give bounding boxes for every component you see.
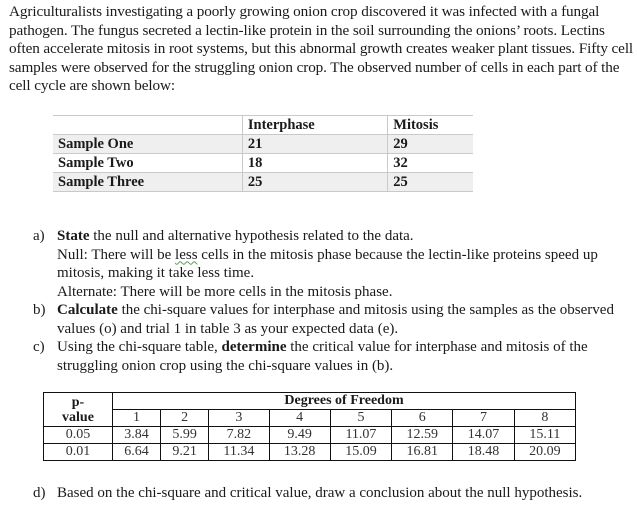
degrees-of-freedom-header: Degrees of Freedom: [112, 392, 576, 410]
critical-value-cell: 3.84: [111, 426, 162, 444]
critical-value-cell: 7.82: [208, 426, 270, 444]
degree-cell: 5: [329, 409, 393, 427]
question-keyword: State: [57, 228, 90, 244]
degrees-row: 1 2 3 4 5 6 7 8: [44, 409, 577, 427]
observation-header-blank: [53, 115, 243, 135]
question-letter: d): [33, 485, 46, 501]
chi-header-row: p- value Degrees of Freedom: [43, 392, 576, 427]
question-keyword: determine: [221, 339, 287, 355]
mitosis-value: 29: [387, 134, 473, 154]
interphase-value: 18: [241, 153, 388, 173]
table-row: Sample Two 18 32: [53, 153, 473, 173]
row-label: Sample Two: [53, 153, 243, 173]
observation-header-interphase: Interphase: [241, 115, 388, 135]
critical-value-cell: 6.64: [111, 443, 162, 461]
degree-cell: 2: [160, 409, 210, 427]
question-body: Calculate the chi-square values for inte…: [57, 301, 623, 338]
table-row: 0.05 3.84 5.99 7.82 9.49 11.07 12.59 14.…: [43, 426, 577, 444]
interphase-value: 25: [241, 172, 388, 192]
pvalue-cell: 0.05: [43, 426, 113, 444]
question-c: c) Using the chi-square table, determine…: [33, 338, 623, 375]
question-prefix: Using the chi-square table,: [57, 339, 222, 355]
critical-value-cell: 11.34: [208, 443, 270, 461]
pvalue-cell: 0.01: [43, 443, 113, 461]
degree-cell: 3: [208, 409, 270, 427]
grammar-flagged-word: less: [175, 246, 198, 263]
table-row: 0.01 6.64 9.21 11.34 13.28 15.09 16.81 1…: [43, 443, 577, 461]
question-text: the chi-square values for interphase and…: [57, 302, 614, 337]
question-body: Using the chi-square table, determine th…: [57, 338, 623, 375]
interphase-value: 21: [241, 134, 388, 154]
row-label: Sample One: [53, 134, 243, 154]
observation-table: Interphase Mitosis Sample One 21 29 Samp…: [53, 115, 473, 192]
pvalue-header-line2: value: [62, 409, 94, 425]
critical-value-cell: 20.09: [513, 443, 577, 461]
critical-value-cell: 18.48: [452, 443, 515, 461]
question-body: State the null and alternative hypothesi…: [57, 227, 623, 301]
question-letter: b): [33, 302, 46, 318]
pvalue-header-line1: p-: [71, 394, 85, 410]
degree-cell: 6: [391, 409, 454, 427]
intro-paragraph: Agriculturalists investigating a poorly …: [9, 3, 634, 96]
question-keyword: Calculate: [57, 302, 118, 318]
question-d: d) Based on the chi-square and critical …: [33, 484, 623, 503]
question-letter: c): [33, 339, 45, 355]
mitosis-value: 32: [387, 153, 473, 173]
critical-value-cell: 16.81: [391, 443, 454, 461]
critical-value-cell: 13.28: [268, 443, 331, 461]
observation-header-mitosis: Mitosis: [387, 115, 473, 135]
degree-cell: 8: [513, 409, 577, 427]
degree-cell: 4: [268, 409, 331, 427]
table-row: Sample One 21 29: [53, 134, 473, 154]
degree-cell: 1: [111, 409, 162, 427]
mitosis-value: 25: [387, 172, 473, 192]
intro-text: Agriculturalists investigating a poorly …: [9, 3, 634, 94]
question-d-container: d) Based on the chi-square and critical …: [33, 484, 623, 503]
question-text: the null and alternative hypothesis rela…: [89, 228, 414, 244]
observation-header-row: Interphase Mitosis: [53, 115, 473, 135]
question-b: b) Calculate the chi-square values for i…: [33, 301, 623, 338]
chi-square-table: p- value Degrees of Freedom 1 2 3 4 5 6 …: [43, 392, 577, 461]
table-row: Sample Three 25 25: [53, 172, 473, 192]
degree-cell: 7: [452, 409, 515, 427]
null-hypothesis-prefix: Null: There will be: [57, 246, 176, 263]
critical-value-cell: 9.49: [268, 426, 331, 444]
pvalue-header: p- value: [43, 392, 113, 427]
critical-value-cell: 15.09: [329, 443, 393, 461]
critical-value-cell: 5.99: [160, 426, 210, 444]
critical-value-cell: 12.59: [391, 426, 454, 444]
question-text: Based on the chi-square and critical val…: [57, 485, 583, 501]
critical-value-cell: 9.21: [160, 443, 210, 461]
row-label: Sample Three: [53, 172, 243, 192]
question-list: a) State the null and alternative hypoth…: [33, 227, 623, 375]
question-a: a) State the null and alternative hypoth…: [33, 227, 623, 301]
critical-value-cell: 11.07: [329, 426, 393, 444]
alternate-hypothesis: Alternate: There will be more cells in t…: [57, 283, 393, 300]
critical-value-cell: 15.11: [513, 426, 577, 444]
question-letter: a): [33, 228, 45, 244]
critical-value-cell: 14.07: [452, 426, 515, 444]
